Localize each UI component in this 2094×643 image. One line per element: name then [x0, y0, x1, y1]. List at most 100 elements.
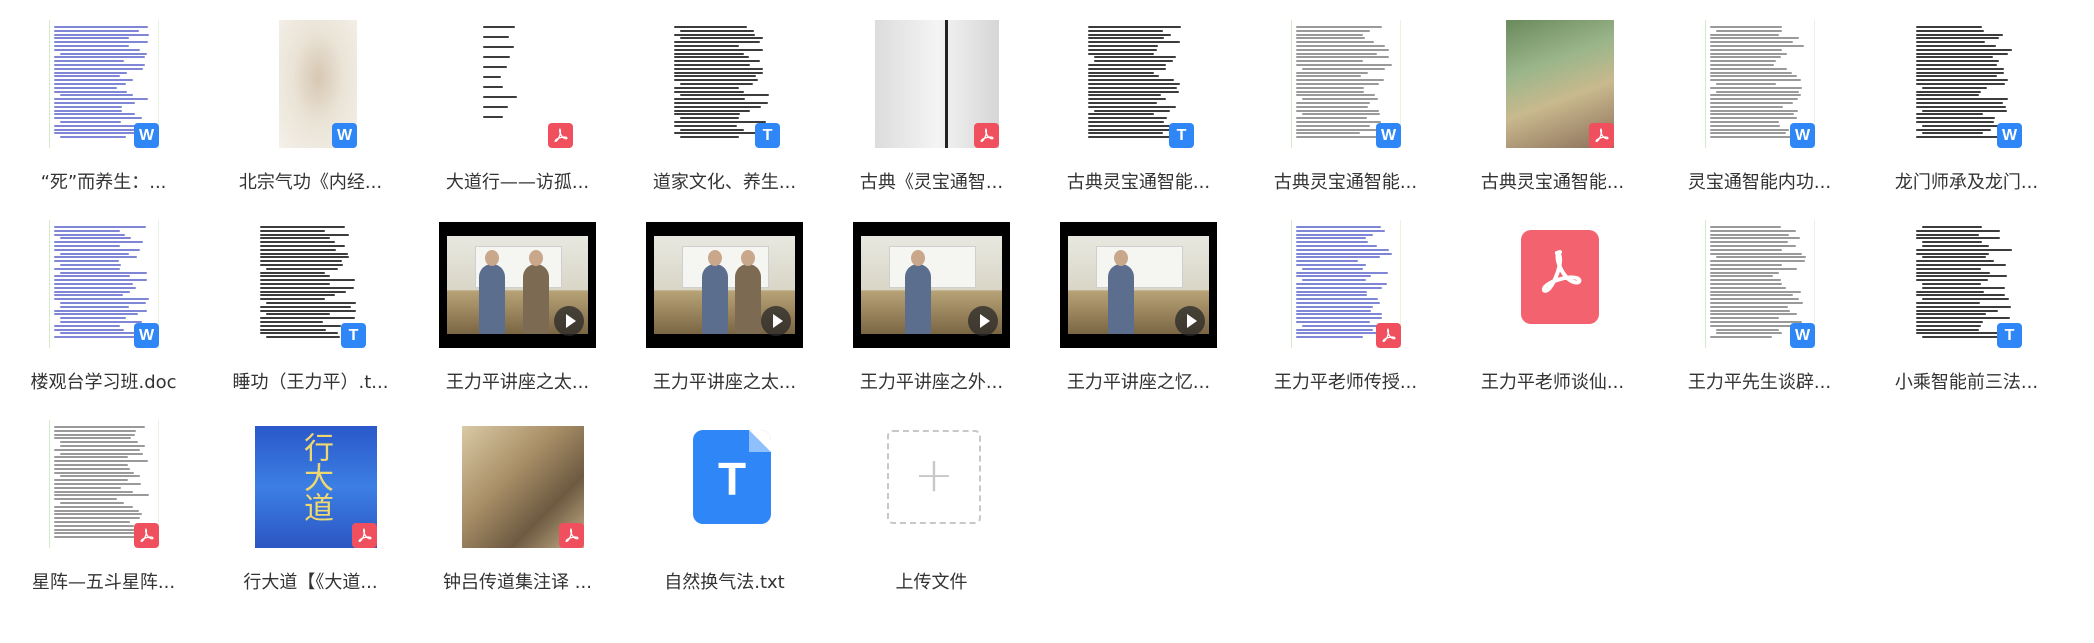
text-line	[260, 294, 336, 297]
file-item[interactable]: 王力平讲座之太...	[414, 212, 621, 412]
pdf-badge-icon	[1589, 123, 1614, 148]
text-line	[1302, 98, 1379, 101]
file-item[interactable]: 行大道 行大道【《大道...	[207, 412, 414, 612]
text-line	[54, 45, 129, 47]
file-name: 星阵—五斗星阵...	[31, 572, 176, 593]
file-item[interactable]: T 古典灵宝通智能...	[1035, 12, 1242, 212]
text-line	[54, 513, 142, 516]
file-item[interactable]: 古典灵宝通智能...	[1449, 12, 1656, 212]
file-item[interactable]: 钟吕传道集注译 ...	[414, 412, 621, 612]
text-line	[1710, 241, 1788, 244]
text-line	[1916, 264, 2006, 266]
file-item[interactable]: T 道家文化、养生...	[621, 12, 828, 212]
text-line	[1088, 102, 1158, 104]
file-item[interactable]: 王力平老师传授...	[1242, 212, 1449, 412]
text-line	[1296, 233, 1373, 236]
text-line	[54, 233, 125, 236]
file-item[interactable]: 古典《灵宝通智...	[828, 12, 1035, 212]
text-line	[674, 113, 740, 116]
text-line	[674, 41, 760, 44]
file-item[interactable]: 王力平讲座之忆...	[1035, 212, 1242, 412]
text-line	[260, 248, 336, 251]
text-line	[1296, 109, 1380, 112]
text-line	[674, 121, 766, 123]
play-icon[interactable]	[761, 306, 791, 336]
text-line	[54, 90, 127, 93]
file-item[interactable]: W 古典灵宝通智能...	[1242, 12, 1449, 212]
text-line	[1710, 309, 1790, 312]
text-line	[54, 128, 137, 131]
text-line	[1916, 41, 1986, 44]
text-line	[54, 256, 137, 259]
text-line	[1296, 290, 1367, 293]
upload-dropzone[interactable]: +	[887, 430, 981, 524]
text-line	[1710, 94, 1802, 97]
file-item[interactable]: T 小乘智能前三法...	[1863, 212, 2070, 412]
file-item[interactable]: W 北宗气功《内经...	[207, 12, 414, 212]
text-line	[1916, 113, 1984, 116]
text-line	[54, 309, 148, 312]
text-line	[1916, 75, 1998, 78]
text-line	[54, 124, 140, 127]
text-line	[1716, 328, 1780, 331]
file-item[interactable]: 星阵—五斗星阵...	[0, 412, 207, 612]
text-line	[1916, 102, 2004, 104]
text-line	[1916, 309, 1999, 312]
text-line	[680, 37, 764, 40]
file-item[interactable]: W 灵宝通智能内功...	[1656, 12, 1863, 212]
text-line	[1088, 37, 1164, 40]
text-line	[260, 275, 330, 278]
text-line	[1916, 71, 2004, 74]
text-line	[1296, 283, 1387, 285]
play-icon[interactable]	[554, 306, 584, 336]
pdf-badge-icon	[548, 123, 573, 148]
text-line	[1710, 45, 1805, 47]
upload-file-button[interactable]: + 上传文件	[828, 412, 1035, 612]
text-line	[54, 248, 140, 251]
text-line	[60, 452, 143, 455]
text-line	[1710, 48, 1783, 51]
text-line	[1916, 328, 1980, 331]
text-line	[1916, 267, 1981, 270]
file-item[interactable]: 王力平讲座之外...	[828, 212, 1035, 412]
video-thumbnail	[439, 222, 596, 348]
text-line	[1710, 124, 1780, 127]
text-line	[60, 121, 121, 123]
play-icon[interactable]	[1175, 306, 1205, 336]
text-line	[1710, 229, 1796, 232]
text-line	[266, 302, 356, 304]
text-line	[1710, 286, 1787, 289]
file-name: “死”而养生：...	[40, 172, 167, 193]
file-item[interactable]: W “死”而养生：...	[0, 12, 207, 212]
text-line	[1710, 52, 1788, 55]
text-line	[260, 279, 355, 282]
file-item[interactable]: W 龙门师承及龙门...	[1863, 12, 2070, 212]
text-line	[1916, 324, 1982, 327]
text-line	[674, 56, 750, 59]
file-item[interactable]: 王力平讲座之太...	[621, 212, 828, 412]
text-line	[54, 426, 145, 428]
play-icon[interactable]	[968, 306, 998, 336]
text-line	[54, 29, 139, 32]
file-name: 灵宝通智能内功...	[1687, 172, 1832, 193]
text-line	[1710, 67, 1788, 70]
text-line	[483, 116, 503, 118]
file-item[interactable]: T 自然换气法.txt	[621, 412, 828, 612]
file-thumbnail: W	[1656, 12, 1863, 160]
file-item[interactable]: W 王力平先生谈辟...	[1656, 212, 1863, 412]
presenter-head	[484, 250, 499, 266]
text-line	[1088, 121, 1164, 123]
file-item[interactable]: 大道行——访孤...	[414, 12, 621, 212]
text-line	[1296, 309, 1371, 312]
text-line	[1916, 33, 2003, 36]
file-item[interactable]: W 楼观台学习班.doc	[0, 212, 207, 412]
text-line	[54, 313, 139, 316]
text-line	[260, 226, 346, 228]
presenter-head	[910, 250, 925, 266]
file-name: 小乘智能前三法...	[1894, 372, 2039, 393]
file-item[interactable]: 王力平老师谈仙...	[1449, 212, 1656, 412]
file-item[interactable]: T 睡功（王力平）.t...	[207, 212, 414, 412]
text-line	[1710, 75, 1798, 78]
text-line	[1296, 302, 1381, 304]
text-line	[1088, 26, 1181, 28]
